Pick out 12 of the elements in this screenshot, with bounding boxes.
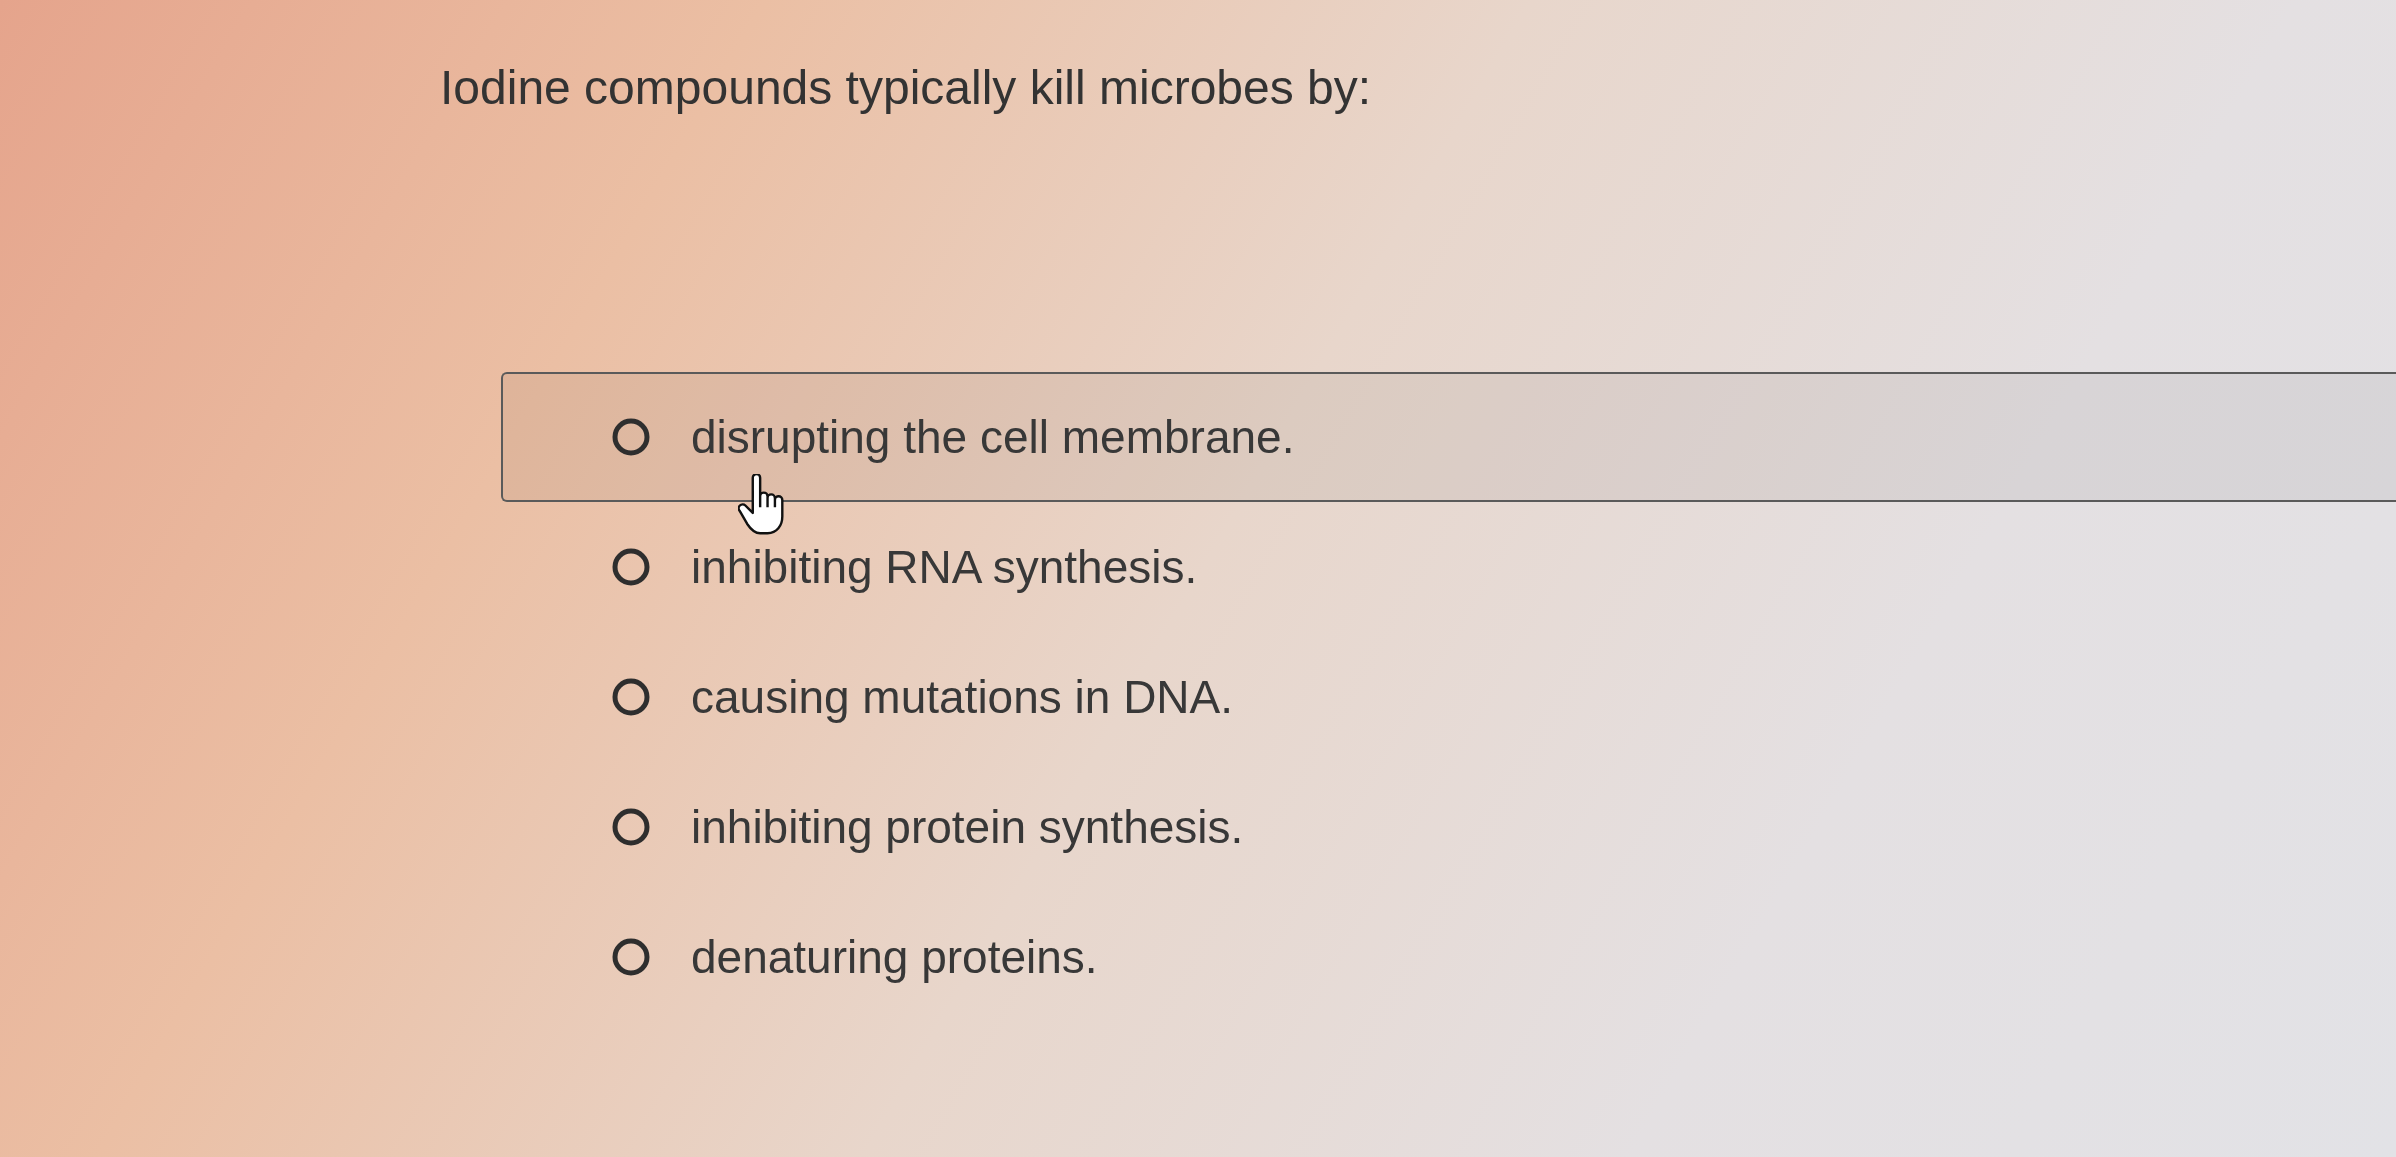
radio-icon[interactable] <box>612 808 650 846</box>
option-label[interactable]: denaturing proteins. <box>691 930 1098 984</box>
radio-icon[interactable] <box>612 678 650 716</box>
radio-icon[interactable] <box>612 548 650 586</box>
option-label[interactable]: inhibiting RNA synthesis. <box>691 540 1198 594</box>
question-text: Iodine compounds typically kill microbes by: <box>440 60 1372 116</box>
hand-cursor-icon <box>738 474 786 537</box>
radio-icon[interactable] <box>612 938 650 976</box>
option-label[interactable]: inhibiting protein synthesis. <box>691 800 1244 854</box>
option-label[interactable]: causing mutations in DNA. <box>691 670 1234 724</box>
option-label[interactable]: disrupting the cell membrane. <box>691 410 1295 464</box>
radio-icon[interactable] <box>612 418 650 456</box>
